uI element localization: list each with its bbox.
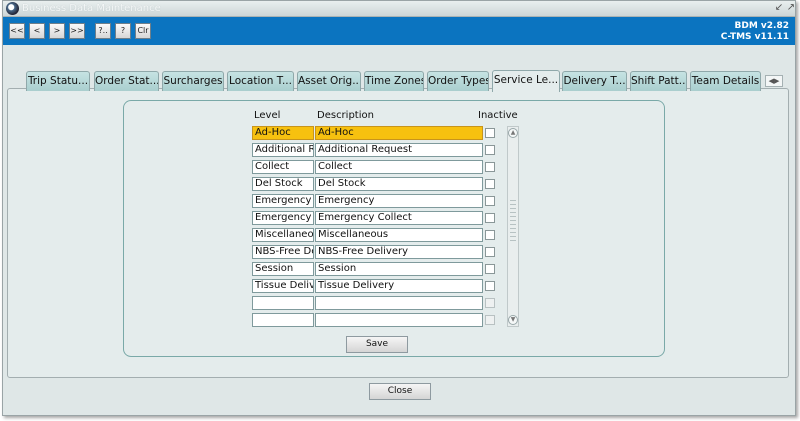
tab-service-levels[interactable]: Service Le... bbox=[492, 70, 560, 92]
scroll-down-icon[interactable]: ▼ bbox=[508, 315, 518, 325]
inactive-checkbox[interactable] bbox=[485, 281, 495, 291]
description-cell[interactable]: Del Stock bbox=[315, 177, 483, 191]
level-cell[interactable]: Ad-Hoc bbox=[252, 126, 314, 140]
description-cell[interactable]: NBS-Free Delivery bbox=[315, 245, 483, 259]
previous-record-button[interactable]: < bbox=[29, 23, 45, 39]
minimize-icon[interactable]: ↙ bbox=[773, 2, 785, 14]
inactive-checkbox[interactable] bbox=[485, 179, 495, 189]
last-record-button[interactable]: >> bbox=[69, 23, 85, 39]
window-title: Business Data Maintenance bbox=[22, 3, 161, 14]
clear-button[interactable]: Clr bbox=[135, 23, 151, 39]
level-column-header: Level bbox=[254, 110, 281, 121]
ctms-version: C-TMS v11.11 bbox=[720, 32, 789, 42]
tab-asset-origin[interactable]: Asset Orig... bbox=[297, 71, 361, 91]
tab-shift-patterns[interactable]: Shift Patt... bbox=[630, 71, 687, 91]
level-cell[interactable]: Miscellaneou bbox=[252, 228, 314, 242]
inactive-checkbox[interactable] bbox=[485, 196, 495, 206]
save-button[interactable]: Save bbox=[346, 336, 408, 353]
first-record-button[interactable]: << bbox=[9, 23, 25, 39]
tab-scroll-arrows-icon[interactable]: ◀▶ bbox=[765, 75, 783, 87]
description-cell[interactable]: Miscellaneous bbox=[315, 228, 483, 242]
level-cell[interactable]: Tissue Delive bbox=[252, 279, 314, 293]
inactive-checkbox[interactable] bbox=[485, 298, 495, 308]
tab-location-types[interactable]: Location T... bbox=[227, 71, 294, 91]
inactive-checkbox[interactable] bbox=[485, 145, 495, 155]
title-bar: Business Data Maintenance ↙ ↗ bbox=[3, 1, 795, 17]
description-cell[interactable] bbox=[315, 296, 483, 310]
tab-order-status[interactable]: Order Stat... bbox=[94, 71, 159, 91]
scroll-up-icon[interactable]: ▲ bbox=[508, 128, 518, 138]
scrollbar-thumb[interactable] bbox=[510, 197, 516, 243]
level-cell[interactable]: Session bbox=[252, 262, 314, 276]
tab-time-zones[interactable]: Time Zones bbox=[364, 71, 424, 91]
inactive-checkbox[interactable] bbox=[485, 213, 495, 223]
inactive-checkbox[interactable] bbox=[485, 162, 495, 172]
inactive-column-header: Inactive bbox=[478, 110, 518, 121]
tab-team-details[interactable]: Team Details bbox=[690, 71, 761, 91]
inactive-checkbox[interactable] bbox=[485, 230, 495, 240]
toolbar: << < > >> ?.. ? Clr BDM v2.82 C-TMS v11.… bbox=[3, 17, 795, 45]
inactive-checkbox[interactable] bbox=[485, 247, 495, 257]
level-cell[interactable]: Del Stock bbox=[252, 177, 314, 191]
tab-surcharges[interactable]: Surcharges bbox=[162, 71, 224, 91]
close-button[interactable]: Close bbox=[369, 383, 431, 400]
description-cell[interactable]: Ad-Hoc bbox=[315, 126, 483, 140]
level-cell[interactable] bbox=[252, 296, 314, 310]
tab-delivery-types[interactable]: Delivery T... bbox=[562, 71, 627, 91]
level-cell[interactable]: Collect bbox=[252, 160, 314, 174]
description-cell[interactable] bbox=[315, 313, 483, 327]
level-cell[interactable]: Emergency bbox=[252, 194, 314, 208]
inactive-checkbox[interactable] bbox=[485, 264, 495, 274]
level-cell[interactable] bbox=[252, 313, 314, 327]
app-icon bbox=[6, 2, 19, 15]
grid-scrollbar[interactable]: ▲ ▼ bbox=[507, 126, 519, 327]
description-cell[interactable]: Tissue Delivery bbox=[315, 279, 483, 293]
description-cell[interactable]: Session bbox=[315, 262, 483, 276]
description-cell[interactable]: Emergency Collect bbox=[315, 211, 483, 225]
level-cell[interactable]: Emergency C bbox=[252, 211, 314, 225]
maximize-icon[interactable]: ↗ bbox=[785, 2, 797, 14]
description-column-header: Description bbox=[317, 110, 374, 121]
tab-trip-status[interactable]: Trip Statu... bbox=[26, 71, 90, 91]
level-cell[interactable]: Additional Re bbox=[252, 143, 314, 157]
inactive-checkbox[interactable] bbox=[485, 128, 495, 138]
inactive-checkbox[interactable] bbox=[485, 315, 495, 325]
list-values-button[interactable]: ?.. bbox=[95, 23, 111, 39]
next-record-button[interactable]: > bbox=[49, 23, 65, 39]
version-info: BDM v2.82 C-TMS v11.11 bbox=[721, 21, 789, 43]
bdm-version: BDM v2.82 bbox=[734, 21, 790, 31]
help-button[interactable]: ? bbox=[115, 23, 131, 39]
description-cell[interactable]: Additional Request bbox=[315, 143, 483, 157]
tab-order-types[interactable]: Order Types bbox=[427, 71, 489, 91]
description-cell[interactable]: Collect bbox=[315, 160, 483, 174]
description-cell[interactable]: Emergency bbox=[315, 194, 483, 208]
level-cell[interactable]: NBS-Free De bbox=[252, 245, 314, 259]
